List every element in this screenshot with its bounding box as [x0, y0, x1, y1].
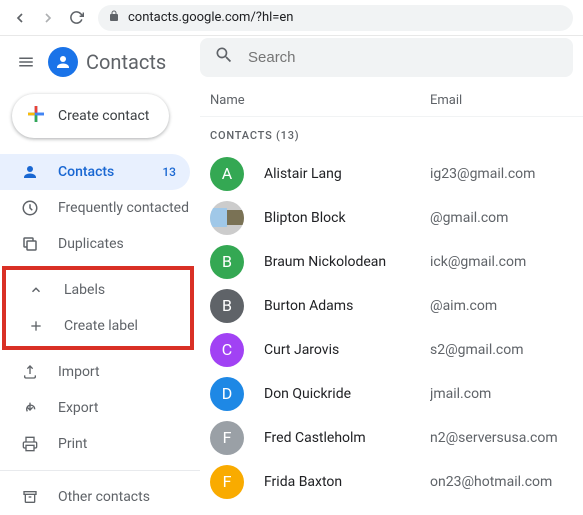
- contacts-list: A Alistair Langig23@gmail.com Blipton Bloc…: [200, 152, 583, 500]
- nav-print[interactable]: Print: [0, 426, 190, 462]
- sidebar: Contacts Create contact Contacts 13 Freq…: [0, 36, 200, 500]
- contact-name: Frida Baxton: [264, 474, 430, 490]
- contact-name: Curt Jarovis: [264, 342, 430, 358]
- divider: [0, 470, 200, 471]
- history-icon: [20, 199, 40, 217]
- contact-name: Braum Nickolodean: [264, 254, 430, 270]
- main-menu-button[interactable]: [12, 48, 40, 76]
- contact-row[interactable]: B Braum Nickolodeanick@gmail.com: [200, 240, 583, 284]
- contact-name: Blipton Block: [264, 210, 430, 226]
- contact-name: Burton Adams: [264, 298, 430, 314]
- contact-email: n2@serversusa.com: [430, 430, 558, 446]
- nav-label: Duplicates: [58, 236, 190, 252]
- avatar: F: [210, 465, 244, 499]
- contacts-logo: [48, 47, 78, 77]
- contact-email: ig23@gmail.com: [430, 166, 535, 182]
- contacts-count: 13: [162, 165, 176, 179]
- export-icon: [20, 400, 40, 416]
- plus-icon: [24, 102, 48, 130]
- nav-contacts[interactable]: Contacts 13: [0, 154, 190, 190]
- column-email: Email: [430, 93, 462, 108]
- contact-email: s2@gmail.com: [430, 342, 524, 358]
- contact-email: @aim.com: [430, 298, 497, 314]
- archive-icon: [20, 489, 40, 505]
- nav-other-contacts[interactable]: Other contacts: [0, 479, 190, 515]
- avatar: C: [210, 333, 244, 367]
- contact-row[interactable]: C Curt Jaroviss2@gmail.com: [200, 328, 583, 372]
- labels-highlight: Labels Create label: [2, 266, 194, 350]
- contact-email: ick@gmail.com: [430, 254, 526, 270]
- contact-name: Fred Castleholm: [264, 430, 430, 446]
- app-title: Contacts: [86, 50, 166, 74]
- contact-row[interactable]: B Burton Adams@aim.com: [200, 284, 583, 328]
- duplicates-icon: [20, 235, 40, 253]
- nav-label: Create label: [64, 318, 180, 334]
- nav-label: Other contacts: [58, 489, 190, 505]
- url-text: contacts.google.com/?hl=en: [128, 10, 293, 25]
- avatar: A: [210, 157, 244, 191]
- forward-button[interactable]: [38, 8, 58, 28]
- search-icon: [214, 45, 234, 69]
- create-contact-button[interactable]: Create contact: [12, 94, 169, 138]
- nav-create-label[interactable]: Create label: [6, 308, 180, 344]
- search-bar[interactable]: [200, 38, 573, 77]
- contact-row[interactable]: A Alistair Langig23@gmail.com: [200, 152, 583, 196]
- section-label: CONTACTS (13): [200, 117, 583, 152]
- nav-label: Import: [58, 364, 190, 380]
- nav-duplicates[interactable]: Duplicates: [0, 226, 190, 262]
- contact-name: Alistair Lang: [264, 166, 430, 182]
- create-contact-label: Create contact: [58, 108, 149, 124]
- contact-row[interactable]: Blipton Block@gmail.com: [200, 196, 583, 240]
- nav-label: Labels: [64, 282, 180, 298]
- avatar: D: [210, 377, 244, 411]
- person-icon: [20, 163, 40, 181]
- address-bar[interactable]: contacts.google.com/?hl=en: [98, 5, 573, 31]
- contact-email: @gmail.com: [430, 210, 508, 226]
- nav-label: Export: [58, 400, 190, 416]
- column-name: Name: [210, 93, 430, 108]
- nav-label: Frequently contacted: [58, 200, 190, 216]
- lock-icon: [108, 10, 120, 26]
- print-icon: [20, 436, 40, 452]
- chevron-up-icon: [26, 283, 46, 297]
- nav-label: Print: [58, 436, 190, 452]
- contact-row[interactable]: F Fred Castleholmn2@serversusa.com: [200, 416, 583, 460]
- avatar: B: [210, 245, 244, 279]
- nav-import[interactable]: Import: [0, 354, 190, 390]
- contact-row[interactable]: F Frida Baxtonon23@hotmail.com: [200, 460, 583, 500]
- contact-name: Don Quickride: [264, 386, 430, 402]
- nav-labels[interactable]: Labels: [6, 272, 180, 308]
- contact-email: on23@hotmail.com: [430, 474, 552, 490]
- back-button[interactable]: [10, 8, 30, 28]
- nav-label: Contacts: [58, 164, 162, 180]
- avatar: [210, 201, 244, 235]
- avatar: F: [210, 421, 244, 455]
- nav-export[interactable]: Export: [0, 390, 190, 426]
- contact-row[interactable]: D Don Quickridejmail.com: [200, 372, 583, 416]
- nav-frequent[interactable]: Frequently contacted: [0, 190, 190, 226]
- plus-small-icon: [26, 318, 46, 334]
- contact-email: jmail.com: [430, 386, 491, 402]
- search-input[interactable]: [248, 49, 559, 66]
- avatar: B: [210, 289, 244, 323]
- reload-button[interactable]: [66, 8, 86, 28]
- import-icon: [20, 364, 40, 380]
